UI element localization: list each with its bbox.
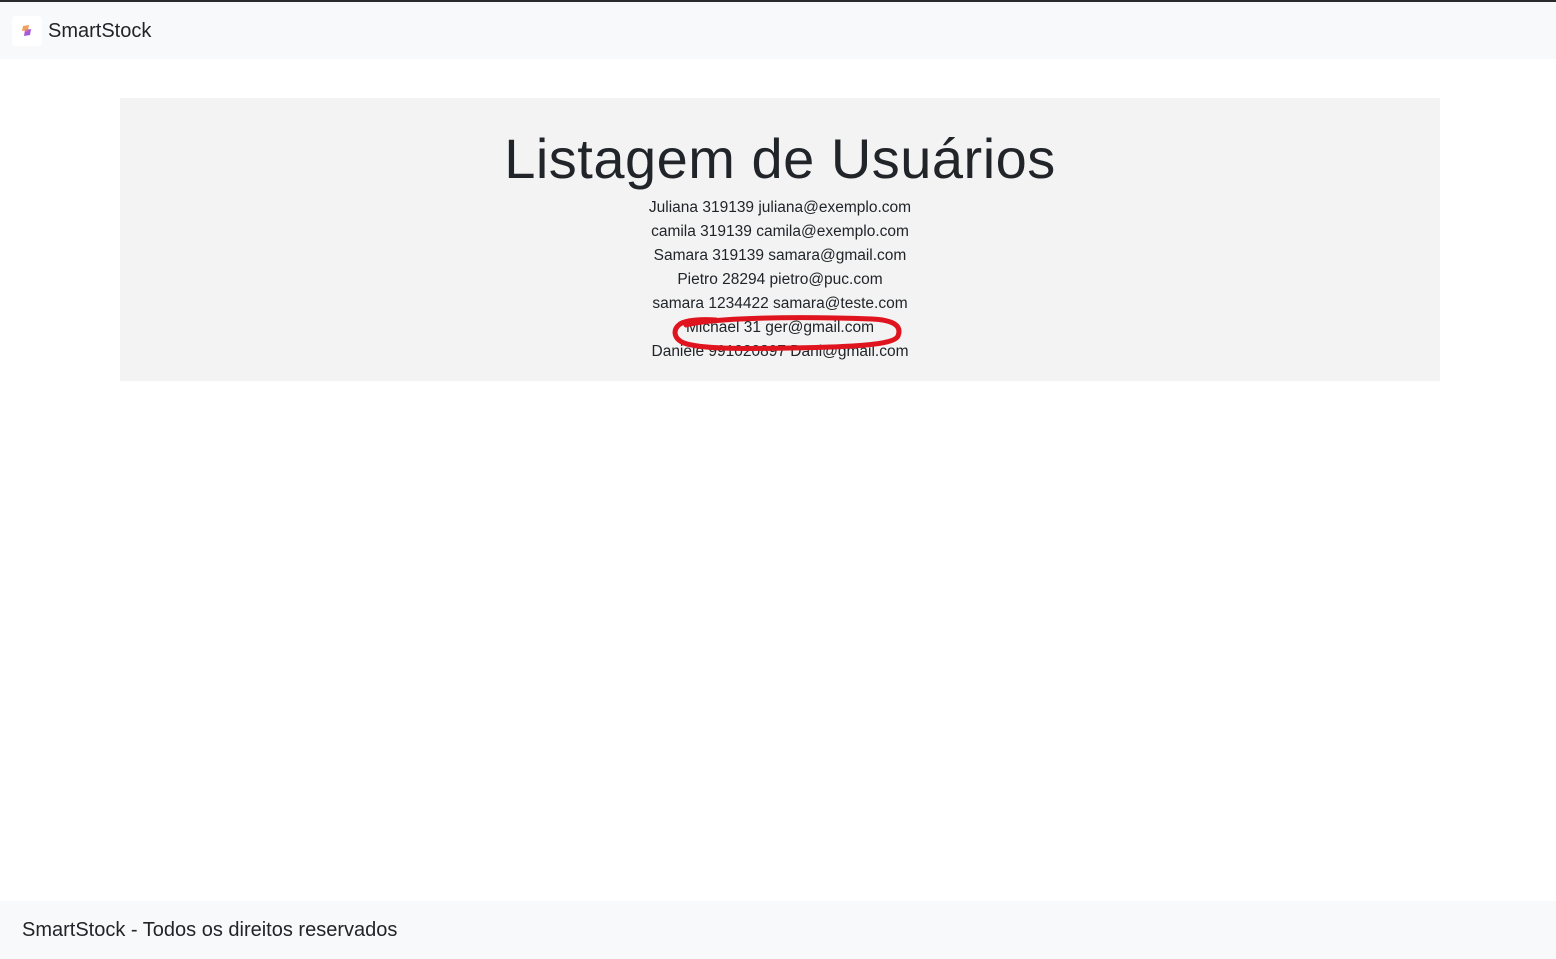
user-item-highlighted: Michael 31 ger@gmail.com — [685, 319, 875, 336]
user-item: Daniele 991020897 Dani@gmail.com — [651, 343, 909, 360]
navbar: SmartStock — [0, 2, 1556, 59]
user-item: Juliana 319139 juliana@exemplo.com — [648, 199, 912, 216]
user-item: Samara 319139 samara@gmail.com — [653, 247, 907, 264]
users-panel: Listagem de Usuários Juliana 319139 juli… — [120, 98, 1440, 381]
brand-name: SmartStock — [48, 19, 152, 42]
page-title: Listagem de Usuários — [504, 127, 1056, 190]
user-item: Pietro 28294 pietro@puc.com — [677, 271, 883, 288]
footer-text: SmartStock - Todos os direitos reservado… — [22, 918, 398, 941]
user-list: Juliana 319139 juliana@exemplo.com camil… — [120, 196, 1440, 364]
smartstock-logo-icon — [12, 15, 42, 46]
user-item: samara 1234422 samara@teste.com — [652, 295, 908, 312]
user-item: camila 319139 camila@exemplo.com — [651, 223, 909, 240]
brand-link[interactable]: SmartStock — [12, 15, 152, 46]
footer: SmartStock - Todos os direitos reservado… — [0, 901, 1556, 959]
